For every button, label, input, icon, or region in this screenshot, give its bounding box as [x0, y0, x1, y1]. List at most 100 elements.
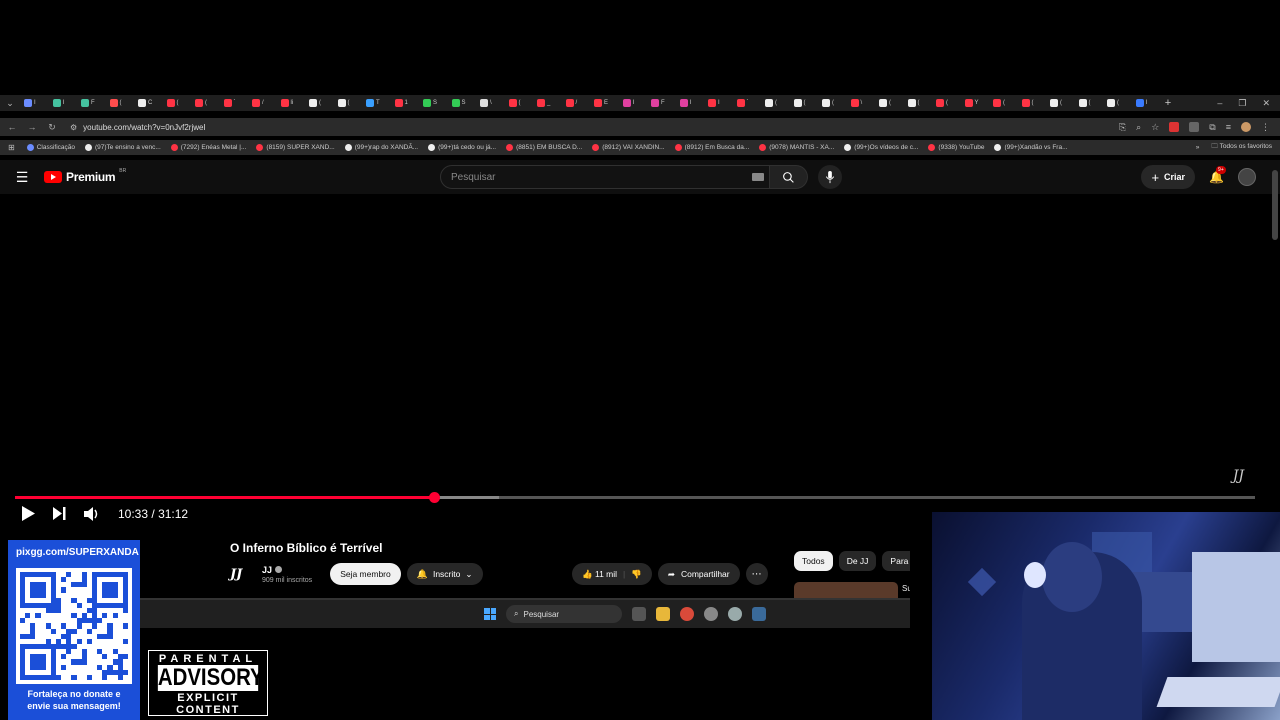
browser-tab[interactable]: S	[448, 95, 477, 111]
media-control-icon[interactable]: ≡	[1226, 122, 1231, 132]
browser-tab[interactable]: T	[362, 95, 391, 111]
bookmark-item[interactable]: (99+)tá cedo ou já...	[428, 144, 496, 151]
browser-tab[interactable]: _	[533, 95, 562, 111]
browser-tab[interactable]: (	[761, 95, 790, 111]
volume-icon[interactable]	[84, 506, 100, 521]
extensions-puzzle-icon[interactable]: ⧉	[1209, 122, 1215, 133]
browser-tab[interactable]: (	[305, 95, 334, 111]
browser-tab[interactable]: (	[932, 95, 961, 111]
url-text[interactable]: youtube.com/watch?v=0nJvf2rjweI	[83, 123, 206, 132]
channel-name[interactable]: JJ	[262, 565, 272, 575]
bookmark-item[interactable]: (8851) EM BUSCA D...	[506, 144, 582, 151]
minimize-button[interactable]: –	[1217, 98, 1222, 109]
browser-tab[interactable]: I	[619, 95, 648, 111]
taskbar-search[interactable]: ⌕ Pesquisar	[506, 605, 622, 623]
new-tab-button[interactable]: +	[1160, 97, 1176, 109]
tab-search-chevron-icon[interactable]: ⌄	[0, 95, 20, 111]
browser-tab[interactable]: li	[277, 95, 306, 111]
browser-tab[interactable]: (	[1018, 95, 1047, 111]
profile-avatar-icon[interactable]	[1241, 122, 1251, 132]
channel-name-row[interactable]: JJ	[262, 565, 312, 575]
apps-grid-icon[interactable]: ⊞	[8, 143, 15, 152]
all-favorites-folder[interactable]: 🗀 Todos os favoritos	[1211, 142, 1272, 153]
channel-avatar[interactable]: JJ	[230, 567, 254, 582]
account-avatar[interactable]	[1238, 168, 1256, 186]
subscribed-button[interactable]: 🔔 Inscrito ⌄	[406, 563, 483, 585]
browser-tab[interactable]: (	[163, 95, 192, 111]
bookmark-item[interactable]: (99+)Xandão vs Fra...	[994, 144, 1068, 151]
browser-tab[interactable]: (	[989, 95, 1018, 111]
bookmark-item[interactable]: (99+)rap do XANDÃ...	[344, 144, 418, 151]
progress-bar[interactable]	[15, 492, 1255, 503]
bookmarks-more-button[interactable]: »	[1196, 144, 1200, 151]
chrome-icon[interactable]	[680, 607, 694, 621]
install-app-icon[interactable]: ⎘	[1119, 122, 1126, 133]
app-icon[interactable]	[704, 607, 718, 621]
browser-tab[interactable]: (	[505, 95, 534, 111]
next-video-icon[interactable]	[53, 507, 66, 520]
search-button[interactable]	[770, 165, 808, 189]
browser-tab[interactable]: (	[1103, 95, 1132, 111]
browser-tab[interactable]: \	[847, 95, 876, 111]
video-player[interactable]: JJ 10:33 / 31:12	[0, 194, 1270, 530]
bookmark-star-icon[interactable]: ☆	[1151, 122, 1159, 133]
join-button[interactable]: Seja membro	[330, 563, 401, 585]
like-button[interactable]: 👍 11 mil	[582, 569, 617, 580]
browser-tab[interactable]: /	[562, 95, 591, 111]
voice-search-button[interactable]	[818, 165, 842, 189]
thumbs-down-icon[interactable]: 👎	[631, 569, 642, 580]
browser-tab[interactable]: Y	[961, 95, 990, 111]
browser-tab[interactable]: `	[220, 95, 249, 111]
browser-tab[interactable]: 1	[391, 95, 420, 111]
reload-icon[interactable]: ↻	[42, 122, 62, 133]
bookmark-item[interactable]: (9338) YouTube	[928, 144, 984, 151]
bookmark-item[interactable]: Classificação	[26, 144, 75, 151]
forward-icon[interactable]: →	[22, 122, 42, 132]
more-actions-button[interactable]: ⋯	[745, 563, 768, 585]
browser-tab[interactable]: (	[875, 95, 904, 111]
zoom-icon[interactable]: ⌕	[1136, 122, 1141, 133]
maximize-button[interactable]: ❐	[1238, 98, 1246, 109]
browser-tab[interactable]: I	[704, 95, 733, 111]
bookmark-item[interactable]: (8912) Em Busca da...	[674, 144, 749, 151]
browser-tab[interactable]: I	[49, 95, 78, 111]
menu-kebab-icon[interactable]: ⋮	[1261, 122, 1270, 133]
browser-tab[interactable]: (	[790, 95, 819, 111]
browser-tab[interactable]: F	[647, 95, 676, 111]
channel-watermark[interactable]: JJ	[1233, 468, 1244, 484]
browser-tab[interactable]: I	[20, 95, 49, 111]
windows-start-icon[interactable]	[484, 608, 496, 620]
bookmark-item[interactable]: (7292) Enéas Metal |...	[170, 144, 246, 151]
browser-tab[interactable]: F	[77, 95, 106, 111]
browser-tab[interactable]: (	[106, 95, 135, 111]
extension-icon[interactable]	[1169, 122, 1180, 132]
browser-tab[interactable]: (	[191, 95, 220, 111]
browser-tab[interactable]: (	[334, 95, 363, 111]
browser-tab[interactable]: \	[476, 95, 505, 111]
steam-icon[interactable]	[752, 607, 766, 621]
search-input[interactable]	[440, 165, 770, 189]
file-explorer-icon[interactable]	[656, 607, 670, 621]
chip-all[interactable]: Todos	[794, 551, 833, 571]
browser-tab[interactable]: (	[1046, 95, 1075, 111]
settings-gear-icon[interactable]	[728, 607, 742, 621]
extension-icon[interactable]	[1189, 122, 1200, 132]
back-icon[interactable]: ←	[2, 122, 22, 132]
browser-tab[interactable]: (	[818, 95, 847, 111]
keyboard-icon[interactable]	[752, 173, 764, 181]
bookmark-item[interactable]: (8159) SUPER XAND...	[256, 144, 335, 151]
youtube-premium-logo[interactable]: Premium BR	[44, 168, 126, 184]
share-button[interactable]: ➦ Compartilhar	[657, 563, 740, 585]
create-button[interactable]: + Criar	[1141, 165, 1196, 189]
task-view-icon[interactable]	[632, 607, 646, 621]
bookmark-item[interactable]: (97)Te ensino a venc...	[85, 144, 161, 151]
play-icon[interactable]	[22, 506, 35, 521]
site-settings-icon[interactable]: ⚙	[70, 123, 77, 132]
browser-tab[interactable]: E	[590, 95, 619, 111]
browser-tab[interactable]: /	[248, 95, 277, 111]
page-scrollbar[interactable]	[1272, 170, 1278, 240]
scrubber-handle[interactable]	[429, 492, 441, 503]
hamburger-menu-icon[interactable]: ☰	[0, 169, 44, 186]
bookmark-item[interactable]: (8912) VAI XANDIN...	[592, 144, 665, 151]
close-window-button[interactable]: ✕	[1262, 98, 1270, 109]
